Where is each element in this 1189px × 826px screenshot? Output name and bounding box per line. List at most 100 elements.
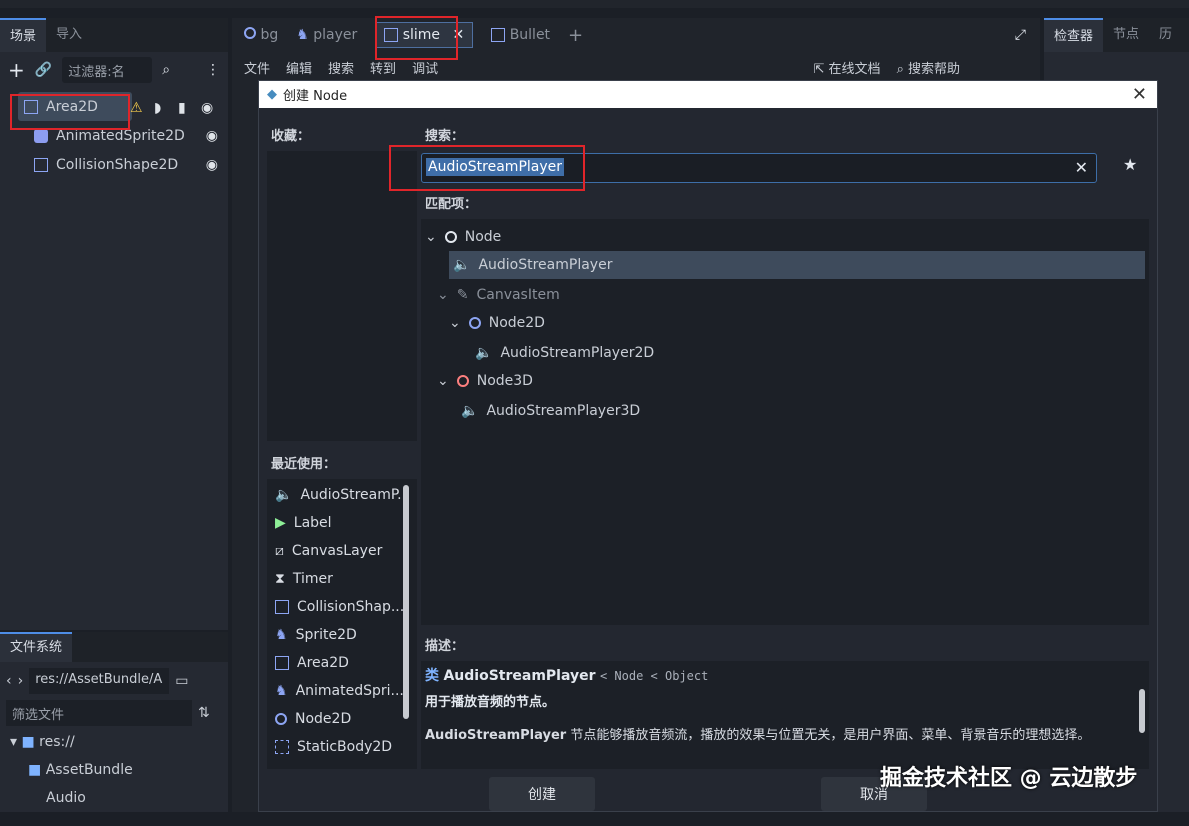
highlight-area2d	[10, 94, 130, 130]
tab-inspector[interactable]: 检查器	[1044, 18, 1104, 52]
add-node-icon[interactable]: +	[8, 58, 25, 82]
recent-item[interactable]: StaticBody2D	[267, 733, 417, 761]
node2d-icon	[275, 713, 287, 725]
recent-item[interactable]: Area2D	[267, 649, 417, 677]
static-body-icon	[275, 740, 289, 754]
close-dialog-icon[interactable]: ✕	[1132, 84, 1147, 105]
canvas-layer-icon: ⧄	[275, 543, 284, 559]
recent-item[interactable]: CollisionShap...	[267, 593, 417, 621]
recent-label: 最近使用：	[271, 457, 337, 472]
menu-search[interactable]: 搜索	[328, 58, 354, 77]
signal-icon[interactable]: ◗	[154, 100, 161, 116]
add-tab-icon[interactable]: +	[568, 25, 583, 46]
create-button[interactable]: 创建	[489, 777, 595, 811]
highlight-slime-tab	[375, 16, 458, 60]
desc-class-name: AudioStreamPlayer	[443, 668, 596, 684]
folder-icon: ■	[21, 734, 35, 750]
search-help-link[interactable]: ⌕ 搜索帮助	[897, 58, 960, 77]
file-filter-input[interactable]: 筛选文件	[6, 700, 192, 726]
more-icon[interactable]: ⋮	[206, 62, 220, 78]
canvas-item-icon: ✎	[456, 287, 469, 303]
menu-file[interactable]: 文件	[244, 58, 270, 77]
node-icon	[244, 27, 256, 39]
visibility-eye-icon[interactable]: ◉	[201, 100, 213, 116]
scene-tab-player[interactable]: ♞ player	[296, 27, 357, 43]
watermark-text: 掘金技术社区 @ 云边散步	[880, 766, 1138, 791]
doc-search-icon: ⌕	[896, 61, 904, 77]
match-row-node2d[interactable]: ⌄ Node2D	[449, 309, 545, 337]
description-label: 描述：	[425, 639, 465, 654]
godot-icon: ◆	[267, 87, 277, 102]
description-scrollbar[interactable]	[1139, 689, 1145, 733]
visibility-eye-icon[interactable]: ◉	[206, 128, 218, 144]
highlight-search	[389, 145, 585, 191]
scene-tab-bullet[interactable]: Bullet	[491, 27, 550, 43]
match-row-audiostreamplayer3d[interactable]: 🔈 AudioStreamPlayer3D	[461, 397, 640, 425]
top-menu-bar	[0, 0, 1189, 8]
scene-filter-input[interactable]: 过滤器:名	[62, 57, 153, 83]
node-icon	[444, 231, 457, 243]
matches-tree: ⌄ Node 🔈 AudioStreamPlayer ⌄ ✎ CanvasItem ⌄ N…	[421, 219, 1149, 625]
fs-item-audio[interactable]: Audio	[10, 790, 218, 818]
folder-icon: ■	[28, 762, 42, 778]
menu-goto[interactable]: 转到	[370, 58, 396, 77]
menu-edit[interactable]: 编辑	[286, 58, 312, 77]
scene-tab-bg[interactable]: bg	[244, 27, 278, 43]
search-icon: ⌕	[162, 62, 171, 78]
menu-debug[interactable]: 调试	[412, 58, 438, 77]
match-row-audiostreamplayer2d[interactable]: 🔈 AudioStreamPlayer2D	[475, 339, 654, 367]
desc-inherits: < Node < Object	[599, 669, 709, 683]
favorite-star-button[interactable]: ★	[1123, 155, 1137, 174]
tab-import[interactable]: 导入	[46, 18, 92, 52]
chevron-down-icon: ⌄	[437, 287, 449, 303]
match-row-node[interactable]: ⌄ Node	[425, 223, 501, 251]
tab-history[interactable]: 历	[1149, 18, 1182, 52]
recent-scrollbar[interactable]	[403, 485, 409, 719]
sprite-icon: ♞	[296, 27, 309, 43]
speaker-icon: 🔈	[475, 345, 493, 361]
chevron-down-icon: ⌄	[449, 315, 461, 331]
tab-scene[interactable]: 场景	[0, 18, 47, 52]
script-icon[interactable]: ▮	[178, 100, 186, 116]
search-label: 搜索：	[425, 129, 465, 144]
match-row-canvasitem[interactable]: ⌄ ✎ CanvasItem	[437, 281, 560, 309]
fs-item-res[interactable]: ▾ ■ res://	[10, 734, 218, 762]
online-docs-link[interactable]: ⇱ 在线文档	[814, 58, 881, 77]
recent-item[interactable]: ♞ AnimatedSpri...	[267, 677, 417, 705]
forward-icon[interactable]: ›	[18, 673, 24, 689]
recent-item[interactable]: ⧄ CanvasLayer	[267, 537, 417, 565]
visibility-eye-icon[interactable]: ◉	[206, 157, 218, 173]
tab-node[interactable]: 节点	[1103, 18, 1149, 52]
sort-icon[interactable]: ⇅	[198, 705, 210, 721]
warning-icon[interactable]: ⚠	[130, 100, 143, 116]
fs-item-assetbundle[interactable]: ■ AssetBundle	[10, 762, 218, 790]
speaker-icon: 🔈	[275, 487, 293, 503]
split-view-icon[interactable]: ▭	[175, 673, 188, 689]
path-field[interactable]: res://AssetBundle/A	[29, 668, 170, 694]
filesystem-dock: 文件系统 ‹ › res://AssetBundle/A ▭ 筛选文件 ⇅ ▾ …	[0, 632, 228, 812]
match-row-node3d[interactable]: ⌄ Node3D	[437, 367, 533, 395]
area2d-icon	[491, 28, 506, 42]
collision-shape-icon	[34, 157, 48, 172]
create-node-dialog: ◆ 创建 Node ✕ 收藏： 最近使用： 🔈 AudioStreamP... ▶…	[258, 80, 1158, 812]
tree-item-collisionshape2d[interactable]: CollisionShape2D ◉	[10, 150, 228, 179]
tab-filesystem[interactable]: 文件系统	[0, 632, 73, 662]
fullscreen-icon[interactable]: ⤢	[1015, 27, 1026, 43]
recent-item[interactable]: ⧗ Timer	[267, 565, 417, 593]
recent-item[interactable]: ♞ Sprite2D	[267, 621, 417, 649]
match-row-audiostreamplayer[interactable]: 🔈 AudioStreamPlayer	[449, 251, 1145, 279]
clear-search-icon[interactable]: ✕	[1075, 158, 1088, 177]
favorites-label: 收藏：	[271, 129, 311, 144]
description-panel: 类 AudioStreamPlayer < Node < Object 用于播放…	[421, 661, 1149, 769]
recent-item[interactable]: ▶ Label	[267, 509, 417, 537]
desc-long-name: AudioStreamPlayer	[425, 728, 567, 743]
desc-long-text: 节点能够播放音频流，播放的效果与位置无关，是用户界面、菜单、背景音乐的理想选择。	[566, 728, 1091, 743]
dialog-titlebar: ◆ 创建 Node ✕	[259, 81, 1157, 108]
desc-brief: 用于播放音频的节点。	[425, 695, 556, 710]
animated-sprite-icon	[34, 128, 48, 143]
link-icon[interactable]: 🔗	[35, 62, 52, 78]
recent-item[interactable]: Node2D	[267, 705, 417, 733]
recent-item[interactable]: 🔈 AudioStreamP...	[267, 481, 417, 509]
back-icon[interactable]: ‹	[6, 673, 12, 689]
node3d-icon	[456, 375, 469, 387]
